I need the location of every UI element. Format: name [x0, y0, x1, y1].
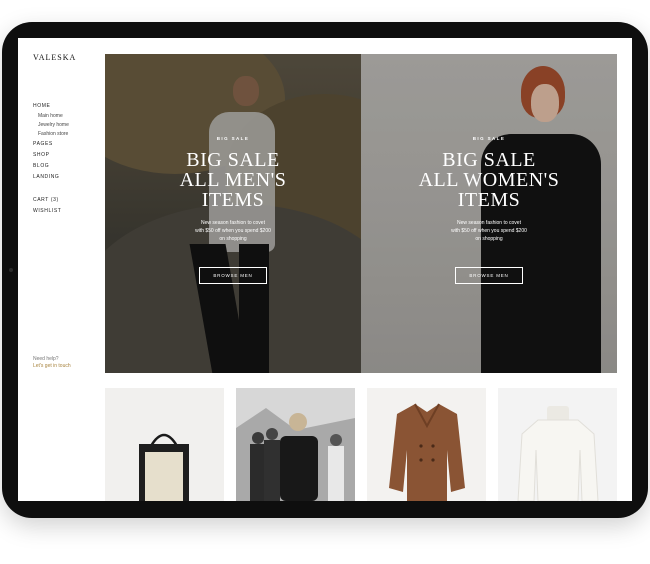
tablet-screen: VALESKA HOME Main home Jewelry home Fash… — [18, 38, 632, 501]
hero-men-title-line: ITEMS — [201, 189, 265, 211]
camera-dot — [9, 268, 13, 272]
brown-coat-icon — [389, 403, 465, 501]
hero-women-description: New season fashion to covet with $50 off… — [361, 219, 617, 243]
hero-women-title-line: ALL WOMEN'S — [418, 169, 560, 191]
hero-women-desc-line: New season fashion to covet — [457, 220, 521, 226]
hero-men-content: BIG SALE BIG SALE ALL MEN'S ITEMS New se… — [105, 136, 361, 284]
turtleneck-icon — [517, 406, 599, 501]
hero-men-eyebrow: BIG SALE — [216, 136, 250, 141]
product-tile-brown-coat[interactable] — [367, 388, 486, 501]
hero-men-desc-line: on shopping — [219, 236, 247, 242]
product-tile-white-turtleneck[interactable] — [498, 388, 617, 501]
hero-women-title-line: ITEMS — [457, 189, 521, 211]
hero-men-title: BIG SALE ALL MEN'S ITEMS — [105, 150, 361, 210]
hero-women-content: BIG SALE BIG SALE ALL WOMEN'S ITEMS New … — [361, 136, 617, 284]
nav-sub-jewelry-home[interactable]: Jewelry home — [33, 121, 103, 130]
hero-men-title-line: BIG SALE — [186, 149, 280, 171]
browse-women-button[interactable]: BROWSE MEN — [455, 267, 523, 284]
sidebar-nav: HOME Main home Jewelry home Fashion stor… — [33, 101, 103, 217]
brand-logo[interactable]: VALESKA — [33, 53, 76, 62]
nav-sub-fashion-store[interactable]: Fashion store — [33, 130, 103, 139]
hero-banner-men[interactable]: BIG SALE BIG SALE ALL MEN'S ITEMS New se… — [105, 54, 361, 373]
nav-home[interactable]: HOME — [33, 101, 103, 112]
nav-landing[interactable]: LANDING — [33, 172, 103, 183]
help-question: Need help? — [33, 356, 59, 362]
help-block: Need help? Let's get in touch — [33, 356, 71, 370]
tote-bag-icon — [139, 433, 189, 501]
help-contact-link[interactable]: Let's get in touch — [33, 363, 71, 370]
hero-women-title-line: BIG SALE — [442, 149, 536, 171]
nav-wishlist[interactable]: WISHLIST — [33, 206, 103, 217]
nav-cart[interactable]: CART (3) — [33, 195, 103, 206]
hero-banner-women[interactable]: BIG SALE BIG SALE ALL WOMEN'S ITEMS New … — [361, 54, 617, 373]
nav-sub-main-home[interactable]: Main home — [33, 112, 103, 121]
product-tile-group-photo[interactable] — [236, 388, 355, 501]
hero-women-desc-line: with $50 off when you spend $200 — [451, 228, 527, 234]
hero-men-desc-line: New season fashion to covet — [201, 220, 265, 226]
hero-men-desc-line: with $50 off when you spend $200 — [195, 228, 271, 234]
hero-men-title-line: ALL MEN'S — [179, 169, 287, 191]
browse-men-button[interactable]: BROWSE MEN — [199, 267, 267, 284]
group-photo-icon — [236, 388, 355, 501]
nav-pages[interactable]: PAGES — [33, 139, 103, 150]
hero-men-description: New season fashion to covet with $50 off… — [105, 219, 361, 243]
hero-women-desc-line: on shopping — [475, 236, 503, 242]
hero-women-title: BIG SALE ALL WOMEN'S ITEMS — [361, 150, 617, 210]
hero-women-eyebrow: BIG SALE — [472, 136, 506, 141]
product-tile-tote-bag[interactable] — [105, 388, 224, 501]
nav-shop[interactable]: SHOP — [33, 150, 103, 161]
nav-blog[interactable]: BLOG — [33, 161, 103, 172]
